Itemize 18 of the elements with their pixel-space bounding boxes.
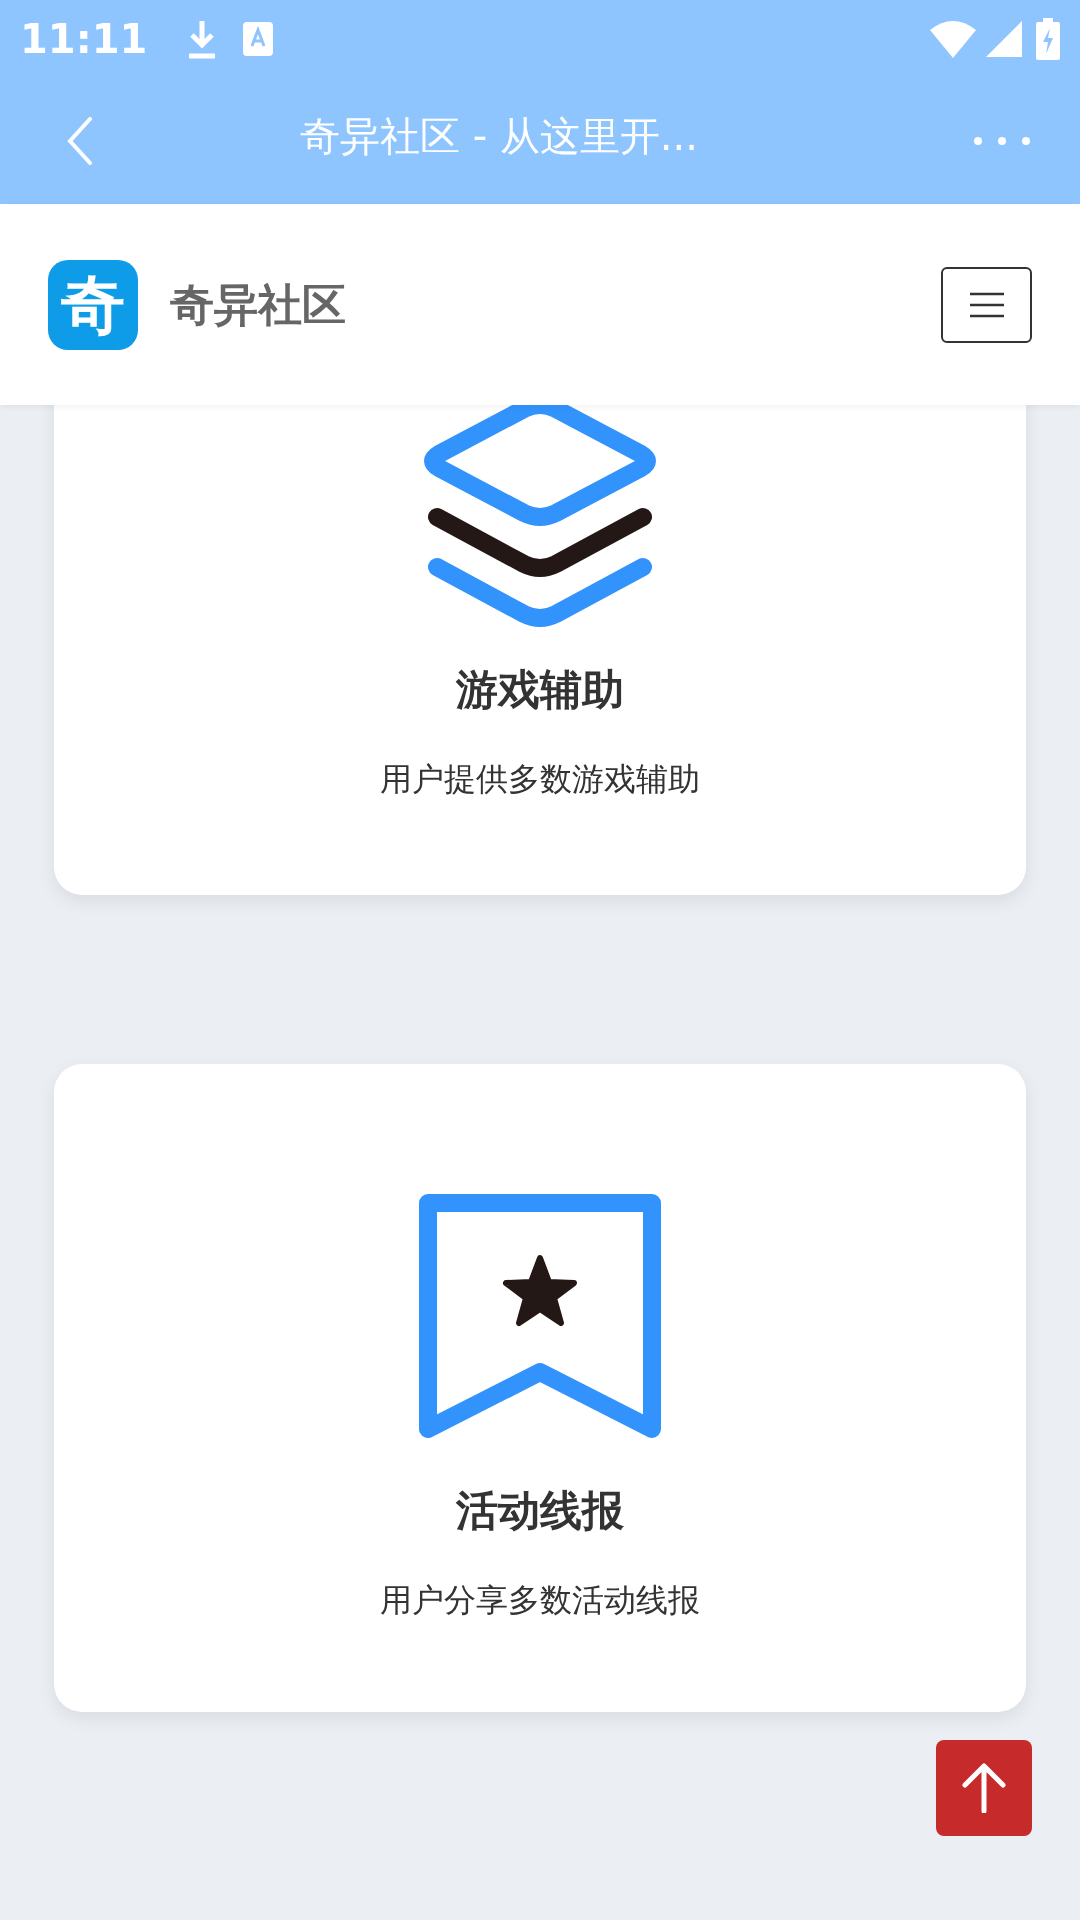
battery-icon xyxy=(1036,18,1060,60)
site-name[interactable]: 奇异社区 xyxy=(170,271,346,338)
site-logo[interactable]: 奇 xyxy=(48,259,138,350)
keyboard-app-icon xyxy=(243,22,274,56)
download-icon xyxy=(187,19,218,59)
wifi-icon xyxy=(930,20,976,58)
card-title: 游戏辅助 xyxy=(456,669,624,711)
page-title: 奇异社区 - 从这里开... xyxy=(300,116,698,156)
arrow-up-icon xyxy=(962,1763,1006,1813)
card-description: 用户提供多数游戏辅助 xyxy=(380,763,700,795)
back-to-top-button[interactable] xyxy=(936,1740,1032,1836)
card-title: 活动线报 xyxy=(456,1490,624,1532)
bookmark-star-icon xyxy=(419,1194,661,1438)
status-time: 11:11 xyxy=(20,15,148,64)
card-description: 用户分享多数活动线报 xyxy=(380,1584,700,1616)
menu-button[interactable] xyxy=(941,266,1032,343)
signal-icon xyxy=(986,21,1022,57)
menu-icon xyxy=(969,291,1004,318)
